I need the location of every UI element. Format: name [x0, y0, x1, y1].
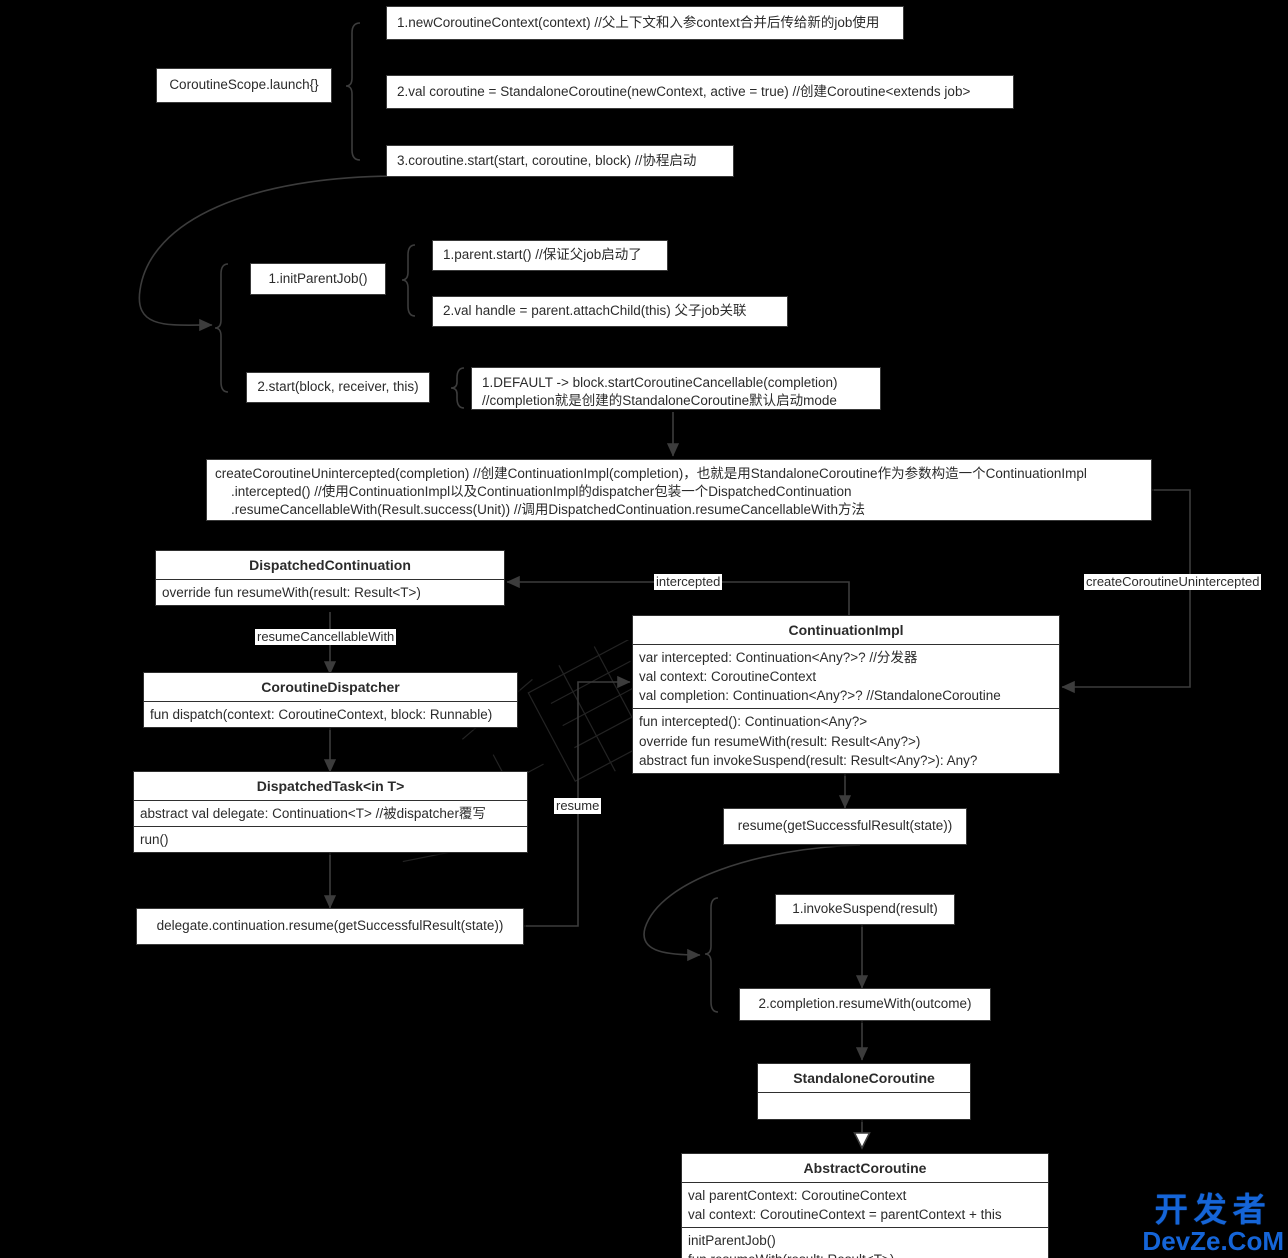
node-resume-getsuccessfulresult[interactable]: resume(getSuccessfulResult(state)) [723, 808, 967, 845]
class-title: StandaloneCoroutine [758, 1064, 970, 1093]
watermark-line-2: DevZe.CoM [1142, 1226, 1284, 1256]
class-dispatchedtask[interactable]: DispatchedTask<in T> abstract val delega… [133, 771, 528, 854]
node-label: 2.val coroutine = StandaloneCoroutine(ne… [397, 83, 971, 99]
class-members-empty [758, 1093, 970, 1119]
edge-label-createcoroutineunintercepted: createCoroutineUnintercepted [1084, 574, 1262, 591]
site-watermark: 开发者 DevZe.CoM [1142, 1193, 1284, 1254]
node-line-2: .intercepted() //使用ContinuationImpl以及Con… [231, 484, 852, 500]
node-completion-resumewith[interactable]: 2.completion.resumeWith(outcome) [739, 988, 991, 1021]
class-member: abstract val delegate: Continuation<T> /… [134, 801, 527, 828]
node-label: CoroutineScope.launch{} [169, 77, 319, 93]
node-label: 2.completion.resumeWith(outcome) [758, 996, 972, 1012]
class-method: initParentJob() [688, 1233, 776, 1249]
node-step1-newcoroutinecontext[interactable]: 1.newCoroutineContext(context) //父上下文和入参… [386, 6, 904, 40]
node-label: delegate.continuation.resume(getSuccessf… [156, 918, 504, 934]
class-fields: var intercepted: Continuation<Any?>? //分… [633, 645, 1059, 710]
node-label: 1.parent.start() //保证父job启动了 [443, 247, 642, 263]
edge-label-intercepted: intercepted [654, 574, 723, 591]
class-field: var intercepted: Continuation<Any?>? //分… [639, 650, 918, 665]
class-abstractcoroutine[interactable]: AbstractCoroutine val parentContext: Cor… [681, 1153, 1049, 1258]
node-invokesuspend[interactable]: 1.invokeSuspend(result) [775, 894, 955, 925]
node-line-1: createCoroutineUnintercepted(completion)… [215, 466, 1087, 481]
class-title: DispatchedContinuation [156, 551, 504, 580]
class-title: DispatchedTask<in T> [134, 772, 527, 801]
diagram-canvas: CoroutineScope.launch{} 1.newCoroutineCo… [0, 0, 1288, 1258]
node-coroutinescope-launch[interactable]: CoroutineScope.launch{} [156, 68, 332, 103]
node-delegate-continuation-resume[interactable]: delegate.continuation.resume(getSuccessf… [136, 908, 524, 945]
class-field: val completion: Continuation<Any?>? //St… [639, 688, 1001, 704]
node-attach-child[interactable]: 2.val handle = parent.attachChild(this) … [432, 296, 788, 327]
class-dispatchedcontinuation[interactable]: DispatchedContinuation override fun resu… [155, 550, 505, 607]
class-title: AbstractCoroutine [682, 1154, 1048, 1183]
class-title: CoroutineDispatcher [144, 673, 517, 702]
node-label: 1.invokeSuspend(result) [792, 901, 938, 917]
class-coroutinedispatcher[interactable]: CoroutineDispatcher fun dispatch(context… [143, 672, 518, 729]
node-line-1: 1.DEFAULT -> block.startCoroutineCancell… [482, 375, 838, 390]
edge-label-resumecancellablewith: resumeCancellableWith [255, 629, 397, 646]
node-label: 1.initParentJob() [268, 270, 368, 286]
edge-label-resume: resume [554, 798, 602, 815]
class-fields: val parentContext: CoroutineContext val … [682, 1183, 1048, 1229]
node-label: 2.val handle = parent.attachChild(this) … [443, 303, 747, 319]
node-create-coroutine-unintercepted[interactable]: createCoroutineUnintercepted(completion)… [206, 459, 1152, 521]
node-step3-coroutine-start[interactable]: 3.coroutine.start(start, coroutine, bloc… [386, 145, 734, 177]
node-label: 3.coroutine.start(start, coroutine, bloc… [397, 152, 697, 168]
class-method: fun resumeWith(result: Result<T>) [688, 1250, 1042, 1258]
node-parent-start[interactable]: 1.parent.start() //保证父job启动了 [432, 240, 668, 271]
class-title: ContinuationImpl [633, 616, 1059, 645]
class-method: override fun resumeWith(result: Result<A… [639, 733, 921, 749]
node-initparentjob[interactable]: 1.initParentJob() [250, 263, 386, 295]
node-line-2: //completion就是创建的StandaloneCoroutine默认启动… [482, 393, 837, 409]
watermark-line-1: 开发者 [1154, 1191, 1272, 1228]
node-default-startcoroutinecancellable[interactable]: 1.DEFAULT -> block.startCoroutineCancell… [471, 367, 881, 410]
class-method: fun intercepted(): Continuation<Any?> [639, 714, 868, 730]
class-methods: initParentJob() fun resumeWith(result: R… [682, 1228, 1048, 1258]
class-methods: fun intercepted(): Continuation<Any?> ov… [633, 709, 1059, 772]
class-member: fun dispatch(context: CoroutineContext, … [150, 707, 493, 722]
class-continuationimpl[interactable]: ContinuationImpl var intercepted: Contin… [632, 615, 1060, 774]
node-step2-standalonecoroutine[interactable]: 2.val coroutine = StandaloneCoroutine(ne… [386, 75, 1014, 109]
class-member: override fun resumeWith(result: Result<T… [162, 585, 421, 600]
class-field: val parentContext: CoroutineContext [688, 1188, 907, 1203]
class-field: val context: CoroutineContext [639, 669, 817, 685]
node-label: 1.newCoroutineContext(context) //父上下文和入参… [397, 14, 880, 30]
node-label: 2.start(block, receiver, this) [257, 379, 419, 395]
class-field: val context: CoroutineContext = parentCo… [688, 1207, 1002, 1223]
class-standalonecoroutine[interactable]: StandaloneCoroutine [757, 1063, 971, 1120]
node-start-block-receiver[interactable]: 2.start(block, receiver, this) [246, 372, 430, 403]
class-method: run() [140, 832, 169, 848]
class-method: abstract fun invokeSuspend(result: Resul… [639, 752, 978, 768]
node-line-3: .resumeCancellableWith(Result.success(Un… [231, 502, 865, 518]
node-label: resume(getSuccessfulResult(state)) [737, 818, 953, 834]
